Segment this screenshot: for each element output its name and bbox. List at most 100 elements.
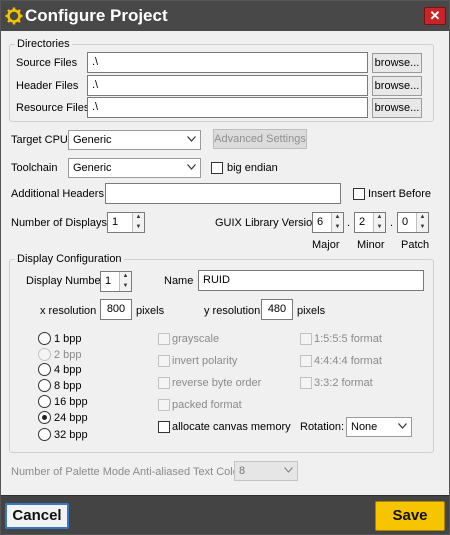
number-of-displays-input[interactable]: 1 ▲ ▼ <box>107 212 145 233</box>
header-files-label: Header Files <box>16 80 79 92</box>
bpp-8-label: 8 bpp <box>54 380 82 392</box>
format-4444-checkbox[interactable] <box>300 355 312 367</box>
format-1555-checkbox[interactable] <box>300 333 312 345</box>
big-endian-checkbox[interactable] <box>211 162 223 174</box>
bpp-32-radio[interactable] <box>38 428 51 441</box>
bpp-4-radio[interactable] <box>38 363 51 376</box>
x-resolution-pixels-label: pixels <box>136 305 165 317</box>
guix-separator-1: . <box>347 217 351 229</box>
source-files-label: Source Files <box>16 57 78 69</box>
bpp-16-label: 16 bpp <box>54 396 88 408</box>
display-name-input[interactable]: RUID <box>198 270 424 291</box>
rotation-select[interactable]: None <box>346 417 412 437</box>
y-resolution-input[interactable]: 480 <box>261 299 293 320</box>
x-resolution-input[interactable]: 800 <box>100 299 132 320</box>
chevron-down-icon <box>187 136 196 142</box>
guix-minor-spinner[interactable]: ▲ ▼ <box>373 213 385 232</box>
number-of-displays-spinner[interactable]: ▲ ▼ <box>132 213 144 232</box>
bpp-1-radio[interactable] <box>38 332 51 345</box>
resource-files-label: Resource Files <box>16 102 90 114</box>
bpp-24-radio[interactable] <box>38 411 51 424</box>
y-resolution-pixels-label: pixels <box>297 305 326 317</box>
reverse-byte-order-checkbox[interactable] <box>158 377 170 389</box>
grayscale-label: grayscale <box>172 333 220 345</box>
display-configuration-legend: Display Configuration <box>15 253 124 265</box>
y-resolution-label: y resolution <box>204 305 261 317</box>
rotation-label: Rotation: <box>300 421 345 433</box>
source-files-browse-button[interactable]: browse... <box>372 53 422 73</box>
cancel-button[interactable]: Cancel <box>5 503 69 529</box>
insert-before-label: Insert Before <box>368 188 431 200</box>
number-of-displays-value: 1 <box>112 216 119 228</box>
additional-headers-input[interactable] <box>105 183 341 204</box>
display-number-value: 1 <box>105 275 112 287</box>
guix-version-label: GUIX Library Version <box>215 217 319 229</box>
bpp-4-label: 4 bpp <box>54 364 82 376</box>
bpp-2-radio[interactable] <box>38 348 51 361</box>
palette-colors-select[interactable]: 8 <box>234 461 298 481</box>
guix-minor-label: Minor <box>357 239 385 251</box>
guix-minor-input[interactable]: 2 ▲ ▼ <box>354 212 386 233</box>
target-cpu-select[interactable]: Generic <box>68 130 201 150</box>
display-number-spinner[interactable]: ▲ ▼ <box>119 272 131 291</box>
packed-format-checkbox[interactable] <box>158 399 170 411</box>
close-button[interactable]: ✕ <box>424 7 446 25</box>
radio-selected-dot <box>42 415 47 420</box>
guix-patch-spinner[interactable]: ▲ ▼ <box>416 213 428 232</box>
bpp-16-radio[interactable] <box>38 395 51 408</box>
guix-major-value: 6 <box>317 216 324 228</box>
number-of-displays-label: Number of Displays <box>11 217 107 229</box>
target-cpu-label: Target CPU <box>11 134 68 146</box>
format-332-checkbox[interactable] <box>300 377 312 389</box>
display-number-input[interactable]: 1 ▲ ▼ <box>100 271 132 292</box>
rotation-value: None <box>351 421 378 433</box>
source-files-input[interactable]: .\ <box>87 52 368 73</box>
big-endian-label: big endian <box>227 162 278 174</box>
chevron-down-icon <box>398 423 407 429</box>
guix-major-input[interactable]: 6 ▲ ▼ <box>312 212 344 233</box>
insert-before-checkbox[interactable] <box>353 188 365 200</box>
gear-icon <box>5 7 23 25</box>
additional-headers-label: Additional Headers <box>11 188 104 200</box>
palette-colors-label: Number of Palette Mode Anti-aliased Text… <box>11 466 252 478</box>
chevron-down-icon <box>284 467 293 473</box>
format-1555-label: 1:5:5:5 format <box>314 333 382 345</box>
chevron-down-icon <box>187 164 196 170</box>
header-files-browse-button[interactable]: browse... <box>372 76 422 96</box>
guix-patch-input[interactable]: 0 ▲ ▼ <box>397 212 429 233</box>
format-332-label: 3:3:2 format <box>314 377 373 389</box>
resource-files-input[interactable]: .\ <box>87 97 368 118</box>
save-button[interactable]: Save <box>375 501 445 531</box>
bpp-32-label: 32 bpp <box>54 429 88 441</box>
title-bar: Configure Project ✕ <box>1 1 449 31</box>
toolchain-label: Toolchain <box>11 162 58 174</box>
target-cpu-value: Generic <box>73 134 112 146</box>
palette-colors-value: 8 <box>239 465 246 477</box>
directories-legend: Directories <box>15 38 72 50</box>
packed-format-label: packed format <box>172 399 242 411</box>
bpp-8-radio[interactable] <box>38 379 51 392</box>
bpp-24-label: 24 bpp <box>54 412 88 424</box>
toolchain-value: Generic <box>73 162 112 174</box>
grayscale-checkbox[interactable] <box>158 333 170 345</box>
header-files-input[interactable]: .\ <box>87 75 368 96</box>
invert-polarity-label: invert polarity <box>172 355 238 367</box>
configure-project-dialog: Configure Project ✕ Directories Source F… <box>0 0 450 535</box>
guix-major-label: Major <box>312 239 340 251</box>
x-resolution-label: x resolution <box>40 305 97 317</box>
invert-polarity-checkbox[interactable] <box>158 355 170 367</box>
display-number-label: Display Number <box>26 275 105 287</box>
toolchain-select[interactable]: Generic <box>68 158 201 178</box>
guix-patch-label: Patch <box>401 239 430 251</box>
guix-minor-value: 2 <box>359 216 366 228</box>
format-4444-label: 4:4:4:4 format <box>314 355 382 367</box>
display-name-label: Name <box>164 275 194 287</box>
bpp-1-label: 1 bpp <box>54 333 82 345</box>
advanced-settings-button[interactable]: Advanced Settings <box>213 129 307 149</box>
resource-files-browse-button[interactable]: browse... <box>372 98 422 118</box>
guix-major-spinner[interactable]: ▲ ▼ <box>331 213 343 232</box>
dialog-footer: Cancel Save <box>1 495 449 534</box>
reverse-byte-order-label: reverse byte order <box>172 377 262 389</box>
allocate-canvas-memory-checkbox[interactable] <box>158 421 170 433</box>
guix-patch-value: 0 <box>402 216 409 228</box>
